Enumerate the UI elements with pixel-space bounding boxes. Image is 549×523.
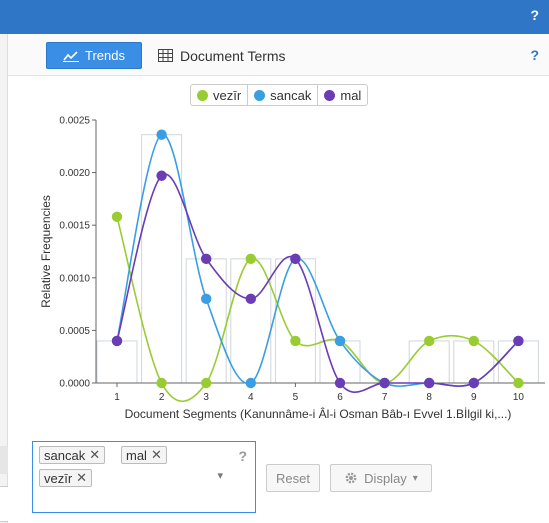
- term-tag-label: sancak: [44, 447, 86, 463]
- term-tag-label: mal: [126, 447, 147, 463]
- y-tick-label: 0.0005: [59, 326, 90, 337]
- data-point: [201, 293, 212, 305]
- reset-button-label: Reset: [276, 470, 310, 486]
- term-tag: vezīr ✕: [39, 469, 93, 487]
- data-point: [468, 377, 479, 389]
- x-tick-label: 9: [471, 392, 477, 403]
- data-point: [290, 253, 301, 265]
- data-point: [201, 253, 212, 265]
- legend-label: mal: [340, 87, 362, 103]
- data-point: [245, 253, 256, 265]
- segment-bar: [497, 340, 539, 384]
- data-point: [245, 293, 256, 305]
- data-point: [156, 129, 167, 140]
- line-chart-icon: [63, 50, 79, 62]
- term-tag: mal ✕: [121, 446, 167, 464]
- term-tag: sancak ✕: [39, 446, 106, 464]
- display-button-label: Display: [364, 470, 407, 486]
- remove-tag-icon[interactable]: ✕: [89, 447, 100, 463]
- data-point: [111, 335, 123, 347]
- x-axis-label: Document Segments (Kanunnâme-i Âl-i Osma…: [125, 406, 512, 421]
- y-tick-label: 0.0015: [59, 221, 90, 232]
- segment-bar: [453, 340, 495, 384]
- tab-bar: Trends Document Terms ?: [8, 34, 549, 76]
- tab-trends-label: Trends: [85, 48, 125, 63]
- data-point: [111, 211, 123, 222]
- left-panel-input-edge[interactable]: [0, 486, 8, 522]
- legend-item-vezir[interactable]: vezīr: [191, 85, 249, 105]
- display-button[interactable]: Display ▾: [330, 464, 432, 492]
- legend-label: vezīr: [213, 87, 242, 103]
- x-tick-label: 3: [203, 392, 209, 403]
- data-point: [513, 335, 524, 347]
- x-tick-label: 5: [293, 392, 299, 403]
- left-panel-block: [0, 446, 8, 474]
- data-point: [290, 335, 301, 347]
- tab-trends[interactable]: Trends: [46, 42, 142, 69]
- panel-help-icon[interactable]: ?: [530, 47, 539, 63]
- data-point: [334, 335, 346, 347]
- tab-document-terms-label: Document Terms: [180, 47, 286, 64]
- data-point: [156, 170, 167, 181]
- legend-dot: [254, 89, 266, 101]
- remove-tag-icon[interactable]: ✕: [76, 470, 87, 486]
- data-point: [245, 377, 256, 389]
- remove-tag-icon[interactable]: ✕: [151, 447, 162, 463]
- segment-bar: [230, 258, 272, 384]
- reset-button[interactable]: Reset: [266, 464, 320, 492]
- chevron-down-icon[interactable]: ▾: [217, 469, 223, 482]
- y-tick-label: 0.0020: [59, 168, 90, 179]
- legend-label: sancak: [270, 87, 312, 103]
- chevron-down-icon: ▾: [412, 472, 418, 484]
- y-tick-label: 0.0010: [59, 273, 90, 284]
- data-point: [424, 335, 435, 347]
- segment-bar: [96, 340, 138, 384]
- segment-bar: [408, 340, 450, 384]
- terms-help-icon[interactable]: ?: [238, 448, 247, 464]
- x-tick-label: 2: [159, 392, 165, 403]
- gear-icon: [345, 472, 357, 484]
- table-icon: [158, 49, 173, 62]
- y-axis-label: Relative Frequencies: [39, 195, 53, 308]
- x-tick-label: 6: [337, 392, 343, 403]
- legend-dot: [197, 89, 208, 101]
- segment-bar: [274, 258, 316, 384]
- term-tag-label: vezīr: [44, 470, 73, 486]
- y-tick-label: 0.0025: [59, 116, 90, 127]
- data-point: [379, 377, 390, 389]
- x-tick-label: 8: [426, 392, 432, 403]
- legend-item-sancak[interactable]: sancak: [248, 85, 319, 105]
- trends-chart: 0.0000 0.0005 0.0010 0.0015 0.0020 0.0025 1 2 3 4…: [39, 116, 545, 421]
- top-bar: ?: [0, 0, 549, 34]
- x-tick-label: 7: [382, 392, 388, 403]
- terms-input[interactable]: sancak ✕ mal ✕ vezīr ✕ ? ▾: [32, 441, 256, 513]
- help-icon[interactable]: ?: [530, 7, 539, 23]
- x-tick-label: 10: [513, 392, 525, 403]
- legend-dot: [324, 89, 336, 101]
- x-tick-label: 1: [114, 392, 120, 403]
- legend-item-mal[interactable]: mal: [318, 85, 367, 105]
- data-point: [424, 377, 435, 389]
- data-point: [201, 377, 212, 389]
- chart-legend: vezīr sancak mal: [190, 84, 369, 106]
- y-tick-label: 0.0000: [59, 379, 90, 390]
- data-point: [468, 335, 479, 347]
- tab-document-terms[interactable]: Document Terms: [158, 42, 286, 69]
- data-point: [513, 377, 524, 389]
- x-tick-label: 4: [248, 392, 254, 403]
- data-point: [334, 377, 346, 389]
- data-point: [156, 377, 167, 389]
